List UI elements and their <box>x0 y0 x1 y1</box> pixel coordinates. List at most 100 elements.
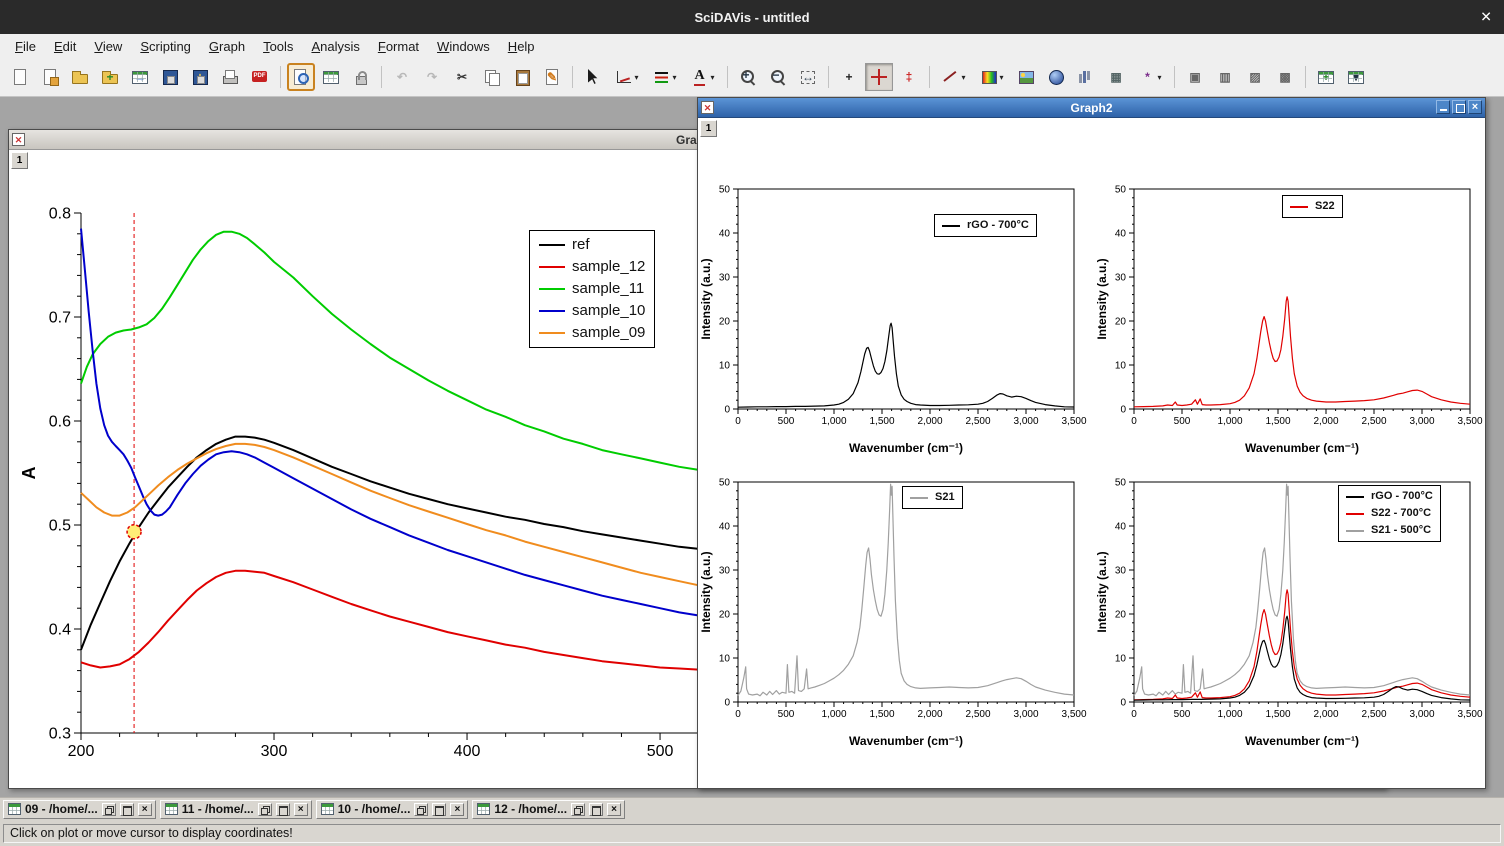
add-text-dropdown[interactable]: ▾ <box>685 63 721 91</box>
raman-chart-s21[interactable]: 05001,0001,5002,0002,5003,0003,500010203… <box>698 451 1088 751</box>
maximize-window-button[interactable] <box>1452 100 1466 114</box>
menu-scripting[interactable]: Scripting <box>131 37 200 56</box>
print-preview-button[interactable] <box>287 63 315 91</box>
tab-maximize-button[interactable] <box>276 803 290 816</box>
print-icon <box>221 68 239 86</box>
raman-plot-rgo700[interactable]: 05001,0001,5002,0002,5003,0003,500010203… <box>698 158 1088 458</box>
import-ascii-button[interactable]: → <box>126 63 154 91</box>
console-icon: ▨ <box>1246 68 1264 86</box>
menu-help[interactable]: Help <box>499 37 544 56</box>
color-map-icon <box>980 68 998 86</box>
save-template-button[interactable]: + <box>186 63 214 91</box>
tab-maximize-button[interactable] <box>589 803 603 816</box>
legend-entry: sample_10 <box>539 301 645 321</box>
new-table-button[interactable] <box>317 63 345 91</box>
plot3d-button[interactable] <box>1042 63 1070 91</box>
save-project-button[interactable] <box>156 63 184 91</box>
window-tab-3[interactable]: 12 - /home/... <box>472 800 625 819</box>
layout-button[interactable]: ▦ <box>1102 63 1130 91</box>
tab-close-button[interactable] <box>294 803 308 816</box>
menu-edit[interactable]: Edit <box>45 37 85 56</box>
window-tab-2[interactable]: 10 - /home/... <box>316 800 469 819</box>
raman-chart-s22[interactable]: 05001,0001,5002,0002,5003,0003,500010203… <box>1094 158 1484 458</box>
menu-graph[interactable]: Graph <box>200 37 254 56</box>
menu-file[interactable]: File <box>6 37 45 56</box>
edit-script-button[interactable]: ✎ <box>538 63 566 91</box>
select-range-button[interactable]: ‡ <box>895 63 923 91</box>
menu-windows[interactable]: Windows <box>428 37 499 56</box>
raman-chart-rgo700[interactable]: 05001,0001,5002,0002,5003,0003,500010203… <box>698 158 1088 458</box>
pointer-button[interactable] <box>579 63 607 91</box>
minimize-window-button[interactable] <box>1436 100 1450 114</box>
tab-close-button[interactable] <box>607 803 621 816</box>
svg-text:0.6: 0.6 <box>49 414 71 431</box>
tab-restore-button[interactable] <box>414 803 428 816</box>
console-button[interactable]: ▨ <box>1241 63 1269 91</box>
undo-icon: ↶ <box>393 68 411 86</box>
menu-analysis[interactable]: Analysis <box>302 37 368 56</box>
redo-button[interactable]: ↷ <box>418 63 446 91</box>
curve-placement-dropdown[interactable]: ▾ <box>609 63 645 91</box>
graph1-layer-button[interactable]: 1 <box>11 152 28 169</box>
move-points-button[interactable]: + <box>835 63 863 91</box>
svg-text:1,000: 1,000 <box>821 709 846 720</box>
add-image-button[interactable] <box>1012 63 1040 91</box>
menu-view[interactable]: View <box>85 37 131 56</box>
preferences-button[interactable]: ▩ <box>1271 63 1299 91</box>
svg-text:3,500: 3,500 <box>1061 416 1086 427</box>
window-tab-1[interactable]: 11 - /home/... <box>160 800 312 819</box>
tab-close-button[interactable] <box>450 803 464 816</box>
close-window-button[interactable] <box>1468 100 1482 114</box>
svg-text:40: 40 <box>1115 229 1127 240</box>
tab-restore-button[interactable] <box>258 803 272 816</box>
dropdown-arrow-icon: ▾ <box>999 73 1003 82</box>
add-column-button[interactable]: + <box>1312 63 1340 91</box>
raman-chart-overlay[interactable]: 05001,0001,5002,0002,5003,0003,500010203… <box>1094 451 1484 751</box>
legend-line-sample <box>910 497 928 499</box>
rescale-button[interactable]: ↔ <box>794 63 822 91</box>
fit-tool-button[interactable]: ▣ <box>1181 63 1209 91</box>
menu-format[interactable]: Format <box>369 37 428 56</box>
undo-button[interactable]: ↶ <box>388 63 416 91</box>
data-reader-button[interactable] <box>865 63 893 91</box>
style-wand-dropdown[interactable]: *▾ <box>1132 63 1168 91</box>
paste-button[interactable] <box>508 63 536 91</box>
table-options-button[interactable]: ▾ <box>1342 63 1370 91</box>
new-project-button[interactable] <box>6 63 34 91</box>
menu-tools[interactable]: Tools <box>254 37 302 56</box>
open-project-button[interactable] <box>66 63 94 91</box>
tab-maximize-button[interactable] <box>120 803 134 816</box>
graph2-layer-button[interactable]: 1 <box>700 120 717 137</box>
rescale-icon: ↔ <box>799 68 817 86</box>
redo-icon: ↷ <box>423 68 441 86</box>
raman-plot-s21[interactable]: 05001,0001,5002,0002,5003,0003,500010203… <box>698 451 1088 751</box>
open-template-button[interactable]: + <box>96 63 124 91</box>
plugin-button[interactable]: ▥ <box>1211 63 1239 91</box>
zoom-in-button[interactable]: + <box>734 63 762 91</box>
print-preview-icon <box>292 68 310 86</box>
app-titlebar[interactable]: SciDAVis - untitled ✕ <box>0 0 1504 34</box>
tab-restore-button[interactable] <box>571 803 585 816</box>
curve-style-dropdown[interactable]: ▾ <box>647 63 683 91</box>
tab-maximize-button[interactable] <box>432 803 446 816</box>
draw-line-dropdown[interactable]: ▾ <box>936 63 972 91</box>
raman-legend-overlay: rGO - 700°CS22 - 700°CS21 - 500°C <box>1338 485 1441 542</box>
zoom-out-button[interactable]: − <box>764 63 792 91</box>
graph2-titlebar[interactable]: Graph2 <box>698 98 1485 118</box>
color-map-dropdown[interactable]: ▾ <box>974 63 1010 91</box>
graph2-window[interactable]: Graph2 1 05001,0001,5002,0002,5003,0003,… <box>697 97 1486 789</box>
copy-button[interactable] <box>478 63 506 91</box>
table-icon <box>8 803 21 815</box>
window-tab-0[interactable]: 09 - /home/... <box>3 800 156 819</box>
glyph-overlay: + <box>1317 68 1335 86</box>
print-button[interactable] <box>216 63 244 91</box>
lock-button[interactable] <box>347 63 375 91</box>
app-close-button[interactable]: ✕ <box>1480 9 1492 26</box>
new-note-button[interactable] <box>36 63 64 91</box>
histogram-button[interactable] <box>1072 63 1100 91</box>
export-pdf-button[interactable] <box>246 63 274 91</box>
legend-entry: sample_12 <box>539 257 645 277</box>
tab-restore-button[interactable] <box>102 803 116 816</box>
tab-close-button[interactable] <box>138 803 152 816</box>
cut-button[interactable]: ✂ <box>448 63 476 91</box>
